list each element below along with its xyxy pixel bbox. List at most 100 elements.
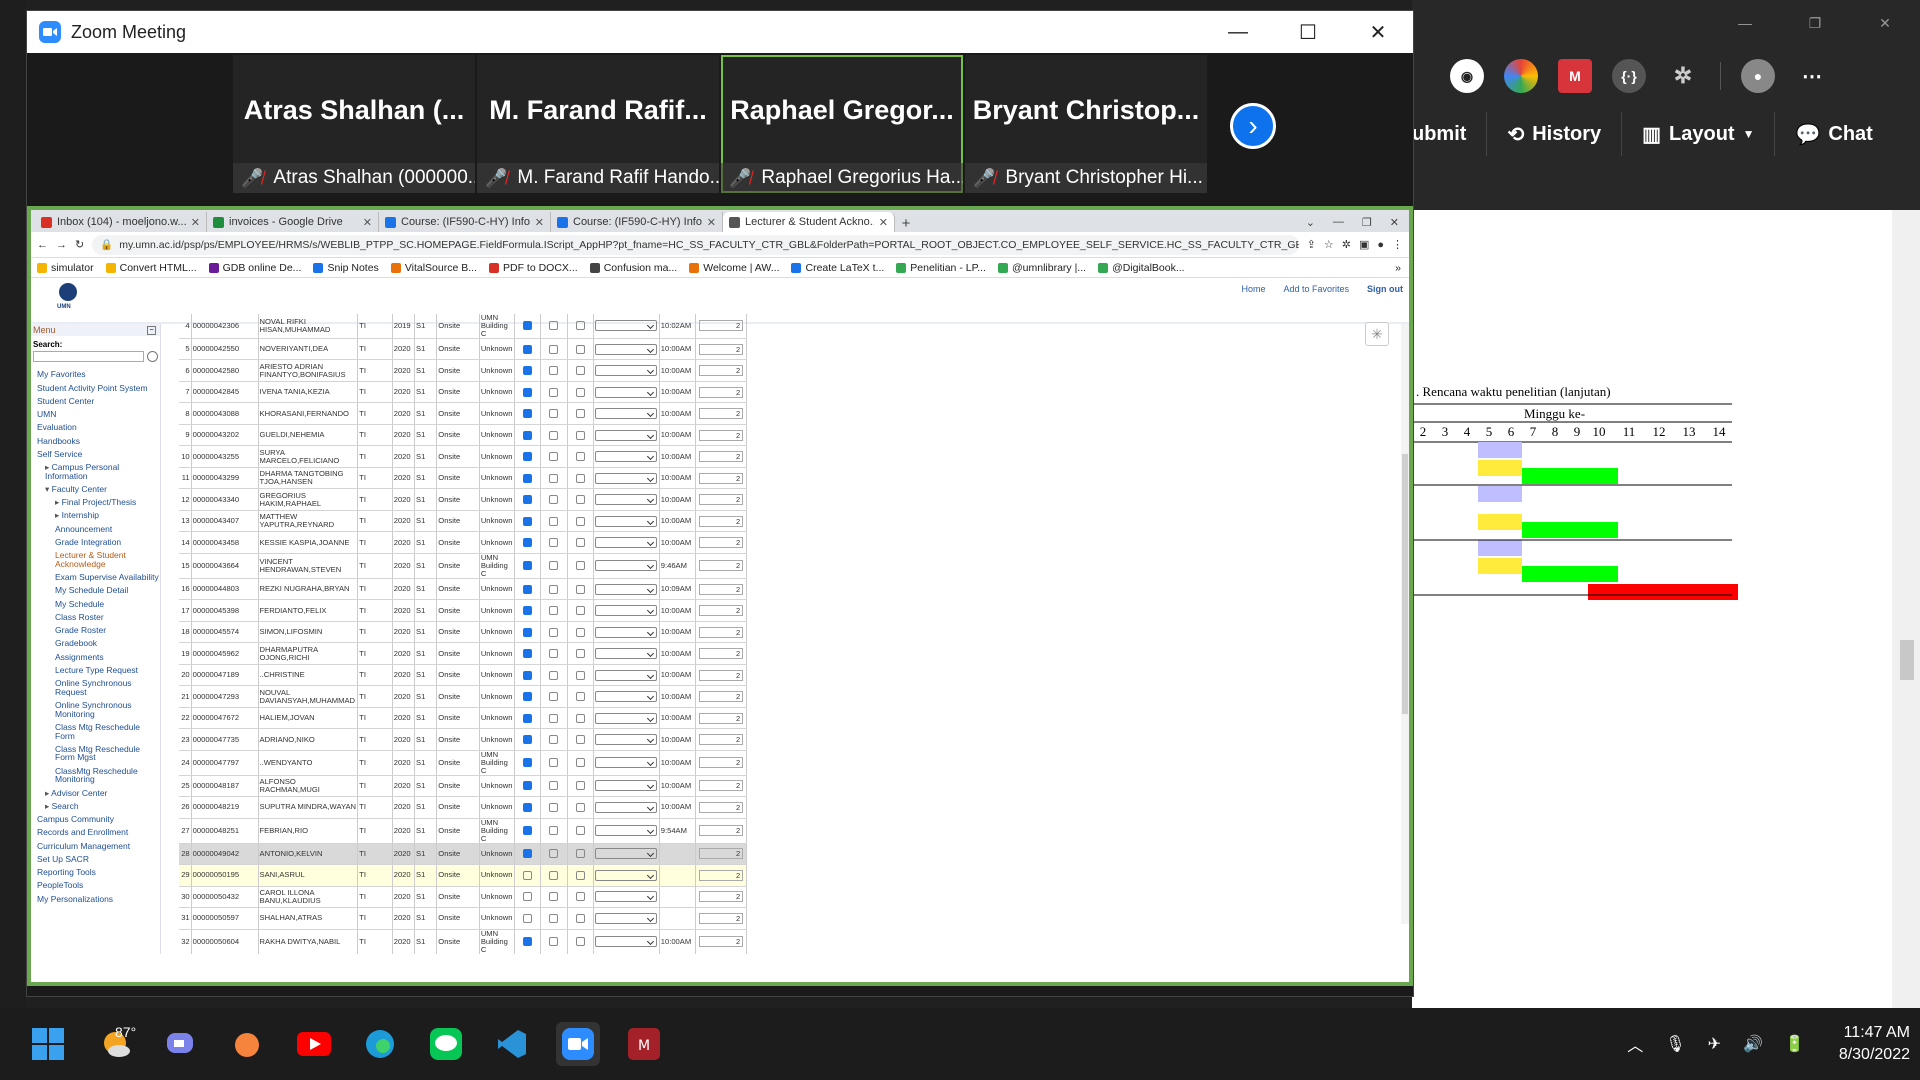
profile-icon[interactable]: ● bbox=[1377, 239, 1384, 251]
bookmark[interactable]: Confusion ma... bbox=[589, 262, 677, 274]
checkbox[interactable] bbox=[549, 826, 559, 836]
checkbox[interactable] bbox=[575, 670, 585, 680]
checkbox[interactable] bbox=[575, 321, 585, 331]
table-row[interactable]: 22 00000047672 HALIEM,JOVAN TI 2020 S1 Onsite U… bbox=[179, 707, 747, 730]
page-scrollbar[interactable] bbox=[1401, 324, 1409, 924]
status-dropdown[interactable] bbox=[595, 757, 658, 769]
attendance-checkbox[interactable] bbox=[523, 473, 533, 483]
reload-icon[interactable]: ↻ bbox=[75, 238, 84, 251]
status-dropdown[interactable] bbox=[595, 343, 658, 355]
table-row[interactable]: 32 00000050604 RAKHA DWITYA,NABIL TI 2020 S1 O… bbox=[179, 929, 747, 954]
attendance-checkbox[interactable] bbox=[523, 849, 533, 859]
sessions-input[interactable]: 2 bbox=[699, 343, 744, 355]
checkbox[interactable] bbox=[549, 735, 559, 745]
menu-item[interactable]: Announcement bbox=[31, 522, 160, 535]
checkbox[interactable] bbox=[549, 584, 559, 594]
status-dropdown[interactable] bbox=[595, 825, 658, 837]
puzzle-icon[interactable]: ✲ bbox=[1666, 59, 1700, 93]
bookmark[interactable]: Welcome | AW... bbox=[689, 262, 779, 274]
attendance-checkbox[interactable] bbox=[523, 913, 533, 923]
checkbox[interactable] bbox=[575, 538, 585, 548]
attendance-checkbox[interactable] bbox=[523, 735, 533, 745]
share-icon[interactable]: ⇪ bbox=[1307, 238, 1316, 251]
table-row[interactable]: 7 00000042845 IVENA TANIA,KEZIA TI 2020 S1 Ons… bbox=[179, 381, 747, 404]
checkbox[interactable] bbox=[575, 735, 585, 745]
attendance-checkbox[interactable] bbox=[523, 344, 533, 354]
sessions-input[interactable]: 2 bbox=[699, 712, 744, 724]
table-row[interactable]: 4 00000042306 NOVAL RIFKI HISAN,MUHAMMAD TI… bbox=[179, 314, 747, 339]
checkbox[interactable] bbox=[549, 387, 559, 397]
attendance-checkbox[interactable] bbox=[523, 870, 533, 880]
peach-app[interactable] bbox=[225, 1022, 269, 1066]
participant-tile[interactable]: M. Farand Rafif... 🎤̸ M. Farand Rafif Han… bbox=[477, 55, 719, 193]
more-menu-icon[interactable]: ⋮ bbox=[1392, 238, 1403, 251]
checkbox[interactable] bbox=[575, 584, 585, 594]
attendance-checkbox[interactable] bbox=[523, 670, 533, 680]
collapse-menu-icon[interactable]: − bbox=[147, 325, 156, 335]
menu-item[interactable]: My Personalizations bbox=[31, 892, 160, 905]
next-page-button[interactable]: › bbox=[1230, 103, 1276, 149]
table-row[interactable]: 8 00000043088 KHORASANI,FERNANDO TI 2020 S1 On… bbox=[179, 402, 747, 425]
table-row[interactable]: 30 00000050432 CAROL ILLONA BANU,KLAUDIUS T… bbox=[179, 886, 747, 909]
attendance-checkbox[interactable] bbox=[523, 387, 533, 397]
status-dropdown[interactable] bbox=[595, 626, 658, 638]
table-row[interactable]: 14 00000043458 KESSIE KASPIA,JOANNE TI 2020 S… bbox=[179, 531, 747, 554]
checkbox[interactable] bbox=[575, 649, 585, 659]
checkbox[interactable] bbox=[575, 781, 585, 791]
table-row[interactable]: 15 00000043664 VINCENT HENDRAWAN,STEVEN TI 2… bbox=[179, 553, 747, 579]
layout-button[interactable]: ▥ Layout ▼ bbox=[1621, 112, 1774, 156]
menu-item[interactable]: ▸ Advisor Center bbox=[31, 786, 160, 799]
youtube-app[interactable] bbox=[292, 1022, 336, 1066]
restore-icon[interactable]: ❐ bbox=[1780, 8, 1850, 38]
status-dropdown[interactable] bbox=[595, 869, 658, 881]
attendance-checkbox[interactable] bbox=[523, 606, 533, 616]
microphone-icon[interactable]: 🎙 bbox=[1665, 1034, 1685, 1054]
status-dropdown[interactable] bbox=[595, 583, 658, 595]
sessions-input[interactable]: 2 bbox=[699, 869, 744, 881]
checkbox[interactable] bbox=[549, 561, 559, 571]
table-row[interactable]: 24 00000047797 ..WENDYANTO TI 2020 S1 Onsite UM… bbox=[179, 750, 747, 776]
extension-icon[interactable]: {·} bbox=[1612, 59, 1646, 93]
bookmark[interactable]: PDF to DOCX... bbox=[489, 262, 578, 274]
table-row[interactable]: 9 00000043202 GUELDI,NEHEMIA TI 2020 S1 Onsite… bbox=[179, 424, 747, 447]
status-dropdown[interactable] bbox=[595, 365, 658, 377]
checkbox[interactable] bbox=[549, 538, 559, 548]
checkbox[interactable] bbox=[575, 495, 585, 505]
checkbox[interactable] bbox=[549, 713, 559, 723]
checkbox[interactable] bbox=[575, 430, 585, 440]
checkbox[interactable] bbox=[575, 606, 585, 616]
mendeley-icon[interactable]: M bbox=[1558, 59, 1592, 93]
close-tab-icon[interactable]: ✕ bbox=[707, 216, 716, 229]
tab-search-icon[interactable]: ⌄ bbox=[1306, 216, 1315, 229]
tree-toggle-icon[interactable]: ▸ bbox=[55, 497, 62, 507]
table-row[interactable]: 28 00000049042 ANTONIO,KELVIN TI 2020 S1 Onsit… bbox=[179, 843, 747, 866]
sessions-input[interactable]: 2 bbox=[699, 936, 744, 948]
bookmark[interactable]: simulator bbox=[37, 262, 94, 274]
menu-item[interactable]: ▸ Internship bbox=[31, 509, 160, 522]
checkbox[interactable] bbox=[575, 937, 585, 947]
checkbox[interactable] bbox=[549, 366, 559, 376]
sessions-input[interactable]: 2 bbox=[699, 515, 744, 527]
table-row[interactable]: 11 00000043299 DHARMA TANGTOBING TJOA,HANS… bbox=[179, 467, 747, 490]
battery-icon[interactable]: 🔋 bbox=[1785, 1034, 1805, 1054]
attendance-checkbox[interactable] bbox=[523, 826, 533, 836]
menu-search-input[interactable] bbox=[33, 351, 145, 362]
sessions-input[interactable]: 2 bbox=[699, 801, 744, 813]
mendeley-app[interactable]: M bbox=[622, 1022, 666, 1066]
status-dropdown[interactable] bbox=[595, 515, 658, 527]
checkbox[interactable] bbox=[549, 473, 559, 483]
color-picker-icon[interactable] bbox=[1504, 59, 1538, 93]
menu-item[interactable]: ▸ Campus Personal Information bbox=[31, 461, 160, 483]
attendance-checkbox[interactable] bbox=[523, 802, 533, 812]
sessions-input[interactable]: 2 bbox=[699, 320, 744, 332]
checkbox[interactable] bbox=[575, 516, 585, 526]
browser-tab[interactable]: Lecturer & Student Ackno... ✕ bbox=[723, 212, 895, 232]
chevron-up-icon[interactable]: ︿ bbox=[1627, 1032, 1643, 1056]
sessions-input[interactable]: 2 bbox=[699, 891, 744, 903]
table-row[interactable]: 10 00000043255 SURYA MARCELO,FELICIANO TI 20… bbox=[179, 445, 747, 468]
menu-item[interactable]: Online Synchronous Request bbox=[31, 677, 160, 699]
menu-item[interactable]: Self Service bbox=[31, 448, 160, 461]
status-dropdown[interactable] bbox=[595, 912, 658, 924]
checkbox[interactable] bbox=[549, 495, 559, 505]
menu-item[interactable]: Class Roster bbox=[31, 611, 160, 624]
